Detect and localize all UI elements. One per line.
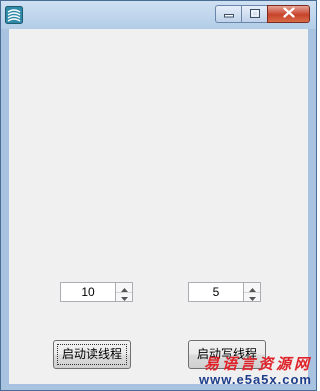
app-window: 启动读线程 启动写线程 易语言资源网 www.e5a5x.com	[0, 0, 317, 391]
chevron-down-icon	[248, 288, 256, 306]
read-count-input[interactable]	[60, 282, 116, 302]
title-bar[interactable]	[1, 1, 316, 29]
write-count-spin-buttons	[244, 282, 261, 302]
client-area: 启动读线程 启动写线程	[9, 29, 308, 384]
watermark-title: 易语言资源网	[203, 355, 312, 373]
write-count-input[interactable]	[188, 282, 244, 302]
close-button[interactable]	[267, 5, 310, 23]
read-count-spin-buttons	[116, 282, 133, 302]
read-count-spinner	[60, 282, 134, 302]
start-read-thread-button[interactable]: 启动读线程	[53, 340, 131, 369]
app-icon[interactable]	[5, 6, 23, 24]
chevron-down-icon	[120, 288, 128, 306]
caption-buttons	[215, 5, 310, 25]
minimize-button[interactable]	[215, 5, 241, 23]
write-count-spinner	[188, 282, 262, 302]
spin-down-button[interactable]	[116, 292, 132, 301]
close-icon	[282, 5, 295, 23]
watermark: 易语言资源网 www.e5a5x.com	[194, 356, 312, 388]
watermark-url: www.e5a5x.com	[199, 372, 312, 387]
spin-down-button[interactable]	[244, 292, 260, 301]
maximize-icon	[249, 5, 260, 23]
minimize-icon	[223, 5, 234, 23]
maximize-button[interactable]	[241, 5, 267, 23]
